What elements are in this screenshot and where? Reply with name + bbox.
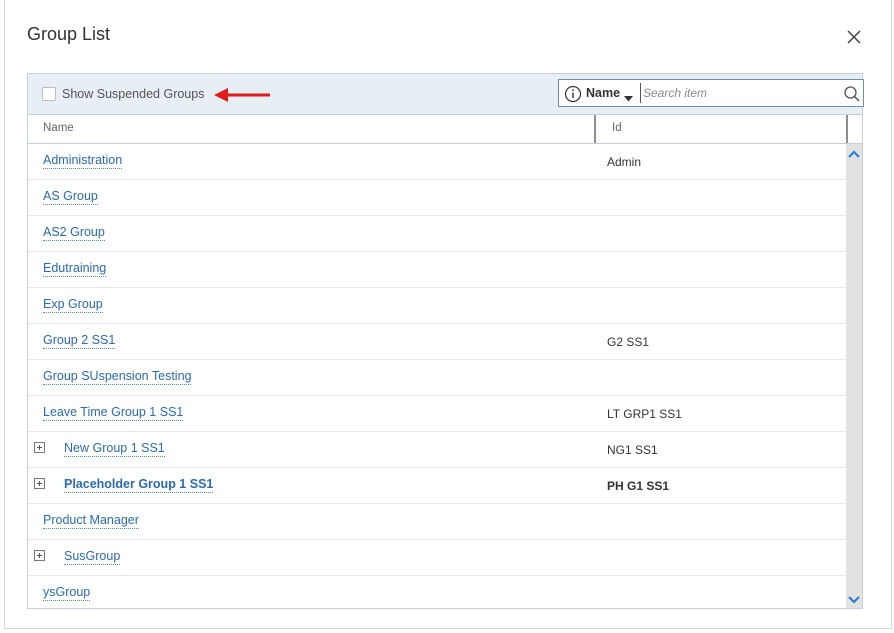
group-name-link[interactable]: AS2 Group [43,225,105,241]
group-name-link[interactable]: ysGroup [43,585,91,601]
vertical-scrollbar[interactable] [846,144,862,608]
chevron-up-icon[interactable] [848,146,860,164]
group-name-link[interactable]: Placeholder Group 1 SS1 [64,477,214,493]
search-field-dropdown[interactable]: Name [586,86,633,102]
dialog-title: Group List [27,24,111,44]
group-id: Admin [607,155,642,169]
column-resize-handle[interactable] [594,115,596,143]
annotation-arrow-icon [214,88,274,107]
group-rows: Administration Admin AS Group AS2 Group Edut… [28,144,846,608]
group-name-link[interactable]: Administration [43,153,123,169]
table-row[interactable]: Exp Group [28,288,846,324]
show-suspended-checkbox[interactable] [42,87,56,101]
group-name-link[interactable]: Leave Time Group 1 SS1 [43,405,184,421]
search-field-label: Name [586,86,621,100]
table-row[interactable]: Edutraining [28,252,846,288]
show-suspended-label[interactable]: Show Suspended Groups [62,87,204,101]
column-header-id[interactable]: Id [612,122,622,134]
group-name-link[interactable]: SusGroup [64,549,121,565]
table-row[interactable]: AS Group [28,180,846,216]
table-row[interactable]: ysGroup [28,576,846,608]
group-name-link[interactable]: AS Group [43,189,98,205]
group-id: G2 SS1 [607,335,650,349]
group-id: NG1 SS1 [607,443,658,457]
expand-plus-icon[interactable] [34,550,45,561]
group-id: LT GRP1 SS1 [607,407,682,421]
column-header-name[interactable]: Name [43,122,74,134]
group-id: PH G1 SS1 [607,479,670,493]
table-row[interactable]: AS2 Group [28,216,846,252]
close-icon[interactable] [843,26,865,48]
table-header: Name Id [28,115,862,144]
info-icon[interactable] [564,85,582,108]
search-box: Name [558,79,864,107]
group-name-link[interactable]: Exp Group [43,297,103,313]
toolbar: Show Suspended Groups Name [28,74,864,115]
table-row[interactable]: New Group 1 SS1 NG1 SS1 [28,432,846,468]
search-icon[interactable] [843,85,861,108]
group-name-link[interactable]: New Group 1 SS1 [64,441,165,457]
expand-plus-icon[interactable] [34,442,45,453]
table-row[interactable]: Administration Admin [28,144,846,180]
expand-plus-icon[interactable] [34,478,45,489]
search-input[interactable] [640,83,843,103]
chevron-down-icon[interactable] [848,592,860,610]
table-row[interactable]: Placeholder Group 1 SS1 PH G1 SS1 [28,468,846,504]
column-resize-handle[interactable] [846,115,848,143]
caret-down-icon [624,91,633,105]
table-row[interactable]: Product Manager [28,504,846,540]
table-row[interactable]: Group SUspension Testing [28,360,846,396]
table-row[interactable]: Leave Time Group 1 SS1 LT GRP1 SS1 [28,396,846,432]
group-name-link[interactable]: Group SUspension Testing [43,369,192,385]
group-name-link[interactable]: Group 2 SS1 [43,333,116,349]
group-name-link[interactable]: Product Manager [43,513,139,529]
group-list-panel: Show Suspended Groups Name Search item N… [27,73,864,609]
table-row[interactable]: SusGroup [28,540,846,576]
group-name-link[interactable]: Edutraining [43,261,107,277]
table-row[interactable]: Group 2 SS1 G2 SS1 [28,324,846,360]
group-list-dialog: Group List Show Suspended Groups Name Se… [4,0,892,629]
